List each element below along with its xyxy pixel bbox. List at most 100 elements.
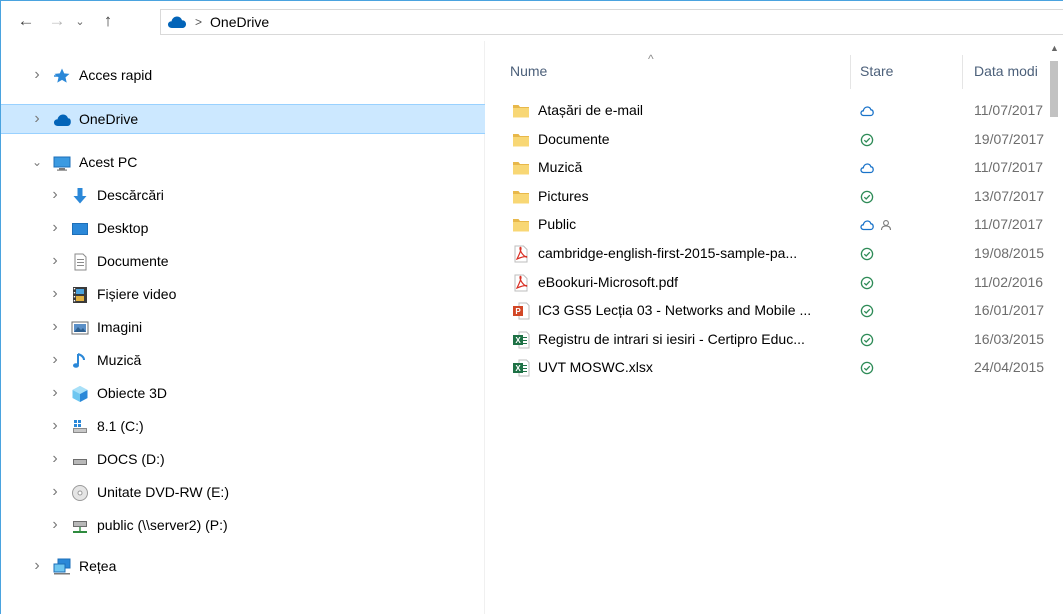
file-row[interactable]: cambridge-english-first-2015-sample-pa..… [502, 240, 1063, 268]
breadcrumb-onedrive[interactable]: OneDrive [210, 14, 269, 30]
nav-item-label: DOCS (D:) [97, 451, 165, 467]
file-name: UVT MOSWC.xlsx [538, 359, 653, 376]
chevron-right-icon[interactable]: › [49, 384, 61, 401]
chevron-right-icon[interactable]: › [49, 351, 61, 368]
svg-text:X: X [515, 336, 521, 345]
chevron-right-icon[interactable]: › [49, 417, 61, 434]
scroll-up-arrow-icon[interactable]: ▲ [1048, 43, 1061, 55]
forward-button[interactable]: → [44, 9, 70, 33]
xlsx-icon: X [512, 359, 530, 377]
chevron-right-icon[interactable]: › [49, 483, 61, 500]
scrollbar-thumb[interactable] [1050, 61, 1058, 117]
nav-item[interactable]: › OneDrive [1, 104, 485, 134]
chevron-down-icon[interactable]: ⌄ [31, 155, 43, 169]
nav-item-label: Unitate DVD-RW (E:) [97, 484, 229, 500]
cloud-only-status-icon [860, 162, 874, 174]
nav-item[interactable]: › Unitate DVD-RW (E:) [1, 478, 485, 508]
nav-item-label: Rețea [79, 558, 117, 574]
column-header-date[interactable]: Data modi [974, 59, 1047, 83]
chevron-right-icon[interactable]: › [49, 285, 61, 302]
windows-drive-icon [71, 418, 89, 436]
nav-item[interactable]: › Fișiere video [1, 280, 485, 310]
chevron-right-icon[interactable]: › [31, 66, 43, 83]
nav-item[interactable]: › Desktop [1, 214, 485, 244]
folder-icon [512, 188, 530, 206]
file-row[interactable]: X Registru de intrari si iesiri - Certipr… [502, 326, 1063, 354]
nav-item[interactable]: › Imagini [1, 313, 485, 343]
up-button[interactable]: ↑ [95, 9, 121, 33]
file-row[interactable]: X UVT MOSWC.xlsx 24/04/2015 [502, 354, 1063, 382]
nav-item[interactable]: › Documente [1, 247, 485, 277]
file-name: Public [538, 216, 577, 233]
drive-icon [71, 451, 89, 469]
file-row[interactable]: Public 11/07/2017 [502, 211, 1063, 239]
nav-item-label: public (\\server2) (P:) [97, 517, 228, 533]
file-row[interactable]: Documente 19/07/2017 [502, 126, 1063, 154]
vertical-scrollbar[interactable]: ▲ [1046, 41, 1063, 614]
chevron-right-icon[interactable]: › [49, 516, 61, 533]
breadcrumb-separator: > [195, 15, 203, 29]
navigation-pane: › Acces rapid › OneDrive ⌄ Acest PC › Descărcăr… [1, 41, 485, 614]
synced-check-icon [860, 276, 874, 290]
document-icon [71, 253, 89, 271]
sync-status [860, 216, 892, 234]
nav-item[interactable]: › Muzică [1, 346, 485, 376]
file-name: Registru de intrari si iesiri - Certipro… [538, 330, 805, 347]
column-header-status[interactable]: Stare [860, 59, 960, 83]
recent-locations-button[interactable]: ⌄ [71, 9, 89, 33]
nav-item[interactable]: › Acces rapid [1, 61, 485, 91]
nav-item[interactable]: ⌄ Acest PC [1, 148, 485, 178]
column-divider[interactable] [962, 55, 963, 89]
video-film-icon [71, 286, 89, 304]
network-drive-icon [71, 517, 89, 535]
onedrive-cloud-icon [168, 16, 186, 28]
nav-item[interactable]: › Descărcări [1, 181, 485, 211]
nav-item-label: Fișiere video [97, 286, 177, 302]
nav-item[interactable]: › Rețea [1, 552, 485, 582]
folder-icon [512, 131, 530, 149]
folder-icon [512, 159, 530, 177]
nav-item-label: Descărcări [97, 187, 164, 203]
synced-check-icon [860, 190, 874, 204]
chevron-right-icon[interactable]: › [49, 450, 61, 467]
column-divider[interactable] [850, 55, 851, 89]
folder-icon [512, 102, 530, 120]
nav-item-label: OneDrive [79, 111, 139, 127]
pdf-icon [512, 274, 530, 292]
xlsx-icon: X [512, 331, 530, 349]
chevron-right-icon[interactable]: › [31, 110, 43, 127]
nav-item-label: Acces rapid [79, 67, 153, 83]
file-list-pane: ^ Nume Stare Data modi Atașări de e-mail… [486, 41, 1063, 614]
synced-check-icon [860, 304, 874, 318]
nav-item-label: 8.1 (C:) [97, 418, 144, 434]
chevron-right-icon[interactable]: › [49, 219, 61, 236]
file-name: cambridge-english-first-2015-sample-pa..… [538, 245, 798, 261]
nav-item[interactable]: › DOCS (D:) [1, 445, 485, 475]
file-row[interactable]: P IC3 GS5 Lecția 03 - Networks and Mobile… [502, 297, 1063, 325]
chevron-right-icon[interactable]: › [31, 557, 43, 574]
file-row[interactable]: Pictures 13/07/2017 [502, 183, 1063, 211]
nav-item[interactable]: › public (\\server2) (P:) [1, 511, 485, 541]
shared-person-icon [880, 219, 892, 231]
file-row[interactable]: Atașări de e-mail 11/07/2017 [502, 97, 1063, 125]
music-note-icon [71, 352, 89, 370]
chevron-right-icon[interactable]: › [49, 186, 61, 203]
nav-item-label: Desktop [97, 220, 149, 236]
file-row[interactable]: Muzică 11/07/2017 [502, 154, 1063, 182]
sync-status [860, 331, 874, 349]
chevron-right-icon[interactable]: › [49, 252, 61, 269]
file-row[interactable]: eBookuri-Microsoft.pdf 11/02/2016 [502, 269, 1063, 297]
chevron-right-icon[interactable]: › [49, 318, 61, 335]
sync-status [860, 131, 874, 149]
cube-3d-icon [71, 385, 89, 403]
back-button[interactable]: ← [13, 9, 39, 33]
column-header-name[interactable]: Nume [510, 59, 850, 83]
synced-check-icon [860, 133, 874, 147]
file-name: Pictures [538, 187, 589, 204]
address-bar[interactable]: > OneDrive [160, 9, 1063, 35]
nav-item[interactable]: › Obiecte 3D [1, 379, 485, 409]
network-icon [53, 558, 71, 576]
file-explorer-window: ← → ⌄ ↑ > OneDrive › Acces rapid › OneDrive… [0, 0, 1063, 614]
nav-item[interactable]: › 8.1 (C:) [1, 412, 485, 442]
file-name: Atașări de e-mail [538, 102, 644, 118]
